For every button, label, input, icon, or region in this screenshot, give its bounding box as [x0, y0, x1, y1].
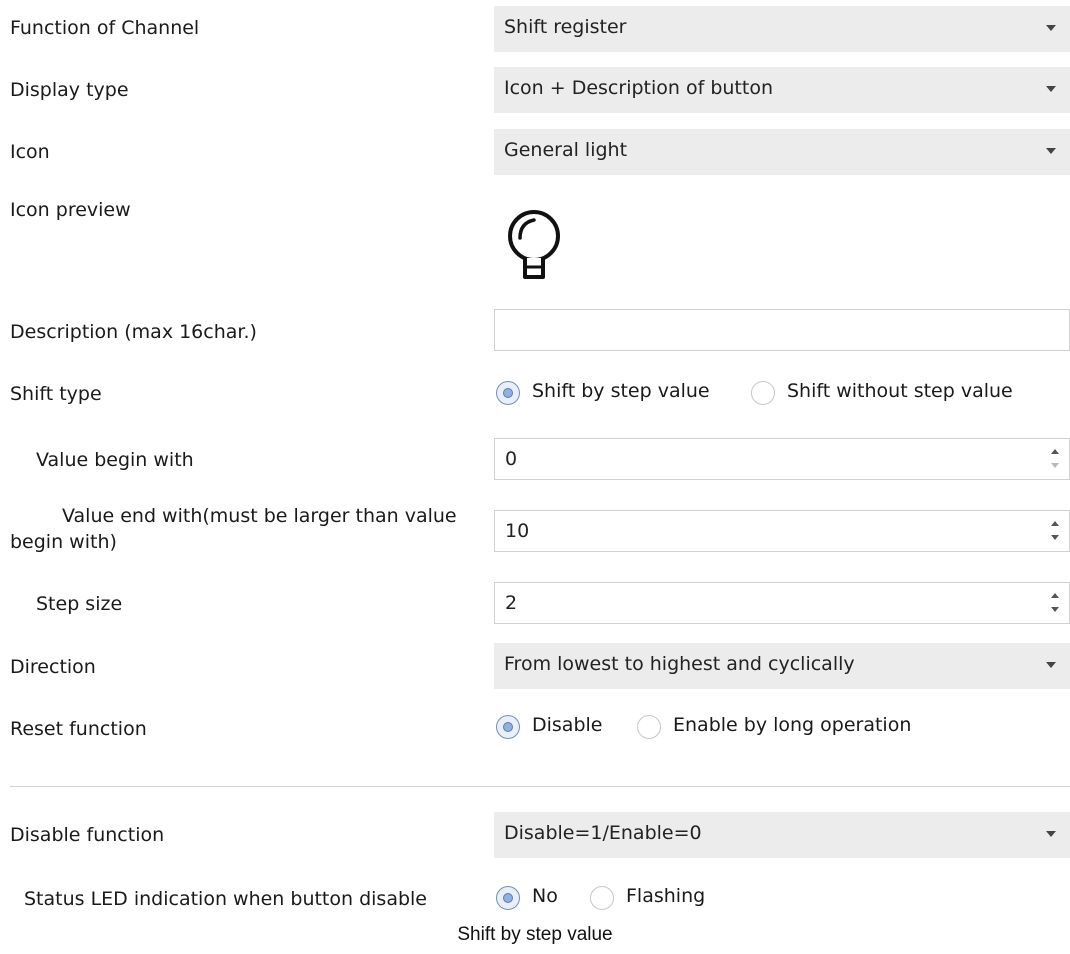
function-of-channel-value: Shift register — [504, 16, 627, 38]
spin-up-icon[interactable] — [1051, 449, 1059, 454]
disable-function-value: Disable=1/Enable=0 — [504, 822, 702, 844]
spin-down-icon[interactable] — [1051, 463, 1059, 468]
shift-without-step-value-label: Shift without step value — [787, 380, 1013, 402]
step-size-value: 2 — [505, 592, 518, 614]
value-begin-spinbox[interactable]: 0 — [494, 438, 1070, 480]
direction-dropdown[interactable]: From lowest to highest and cyclically — [494, 643, 1070, 689]
function-of-channel-dropdown[interactable]: Shift register — [494, 6, 1070, 52]
icon-value: General light — [504, 139, 628, 161]
display-type-value: Icon + Description of button — [504, 77, 773, 99]
value-begin-value: 0 — [505, 448, 518, 470]
disable-function-label: Disable function — [10, 824, 165, 846]
disable-function-dropdown[interactable]: Disable=1/Enable=0 — [494, 812, 1070, 858]
chevron-down-icon — [1046, 662, 1056, 668]
value-end-label: Value end with(must be larger than value… — [10, 503, 500, 555]
reset-enable-long-operation-label: Enable by long operation — [673, 714, 912, 736]
icon-preview-label: Icon preview — [10, 199, 131, 221]
icon-label: Icon — [10, 141, 50, 163]
display-type-label: Display type — [10, 79, 129, 101]
shift-by-step-value-label: Shift by step value — [532, 380, 710, 402]
section-divider — [10, 786, 1070, 787]
chevron-down-icon — [1046, 148, 1056, 154]
spin-down-icon[interactable] — [1051, 535, 1059, 540]
figure-caption: Shift by step value — [457, 924, 613, 945]
reset-function-label: Reset function — [10, 718, 147, 740]
status-led-flashing-label: Flashing — [626, 885, 706, 907]
status-led-label: Status LED indication when button disabl… — [24, 888, 427, 910]
chevron-down-icon — [1046, 25, 1056, 31]
spin-up-icon[interactable] — [1051, 521, 1059, 526]
radio-selected-icon — [496, 886, 520, 910]
description-label: Description (max 16char.) — [10, 321, 257, 343]
function-of-channel-label: Function of Channel — [10, 17, 200, 39]
radio-unselected-icon — [637, 715, 661, 739]
status-led-no-label: No — [532, 885, 558, 907]
value-end-label-line1: Value end with(must be larger than value — [62, 505, 457, 527]
step-size-spinbox[interactable]: 2 — [494, 582, 1070, 624]
direction-label: Direction — [10, 656, 96, 678]
radio-unselected-icon — [751, 381, 775, 405]
spin-up-icon[interactable] — [1051, 593, 1059, 598]
radio-selected-icon — [496, 381, 520, 405]
chevron-down-icon — [1046, 831, 1056, 837]
display-type-dropdown[interactable]: Icon + Description of button — [494, 67, 1070, 113]
value-end-label-line2: begin with) — [10, 531, 117, 553]
value-end-spinbox[interactable]: 10 — [494, 510, 1070, 552]
step-size-label: Step size — [36, 593, 123, 615]
value-begin-label: Value begin with — [36, 449, 194, 471]
description-input[interactable] — [494, 309, 1070, 351]
light-bulb-icon — [504, 205, 576, 287]
reset-disable-label: Disable — [532, 714, 603, 736]
direction-value: From lowest to highest and cyclically — [504, 653, 855, 675]
radio-selected-icon — [496, 715, 520, 739]
chevron-down-icon — [1046, 86, 1056, 92]
radio-unselected-icon — [590, 886, 614, 910]
shift-type-label: Shift type — [10, 383, 102, 405]
spin-down-icon[interactable] — [1051, 607, 1059, 612]
icon-dropdown[interactable]: General light — [494, 129, 1070, 175]
value-end-value: 10 — [505, 520, 530, 542]
